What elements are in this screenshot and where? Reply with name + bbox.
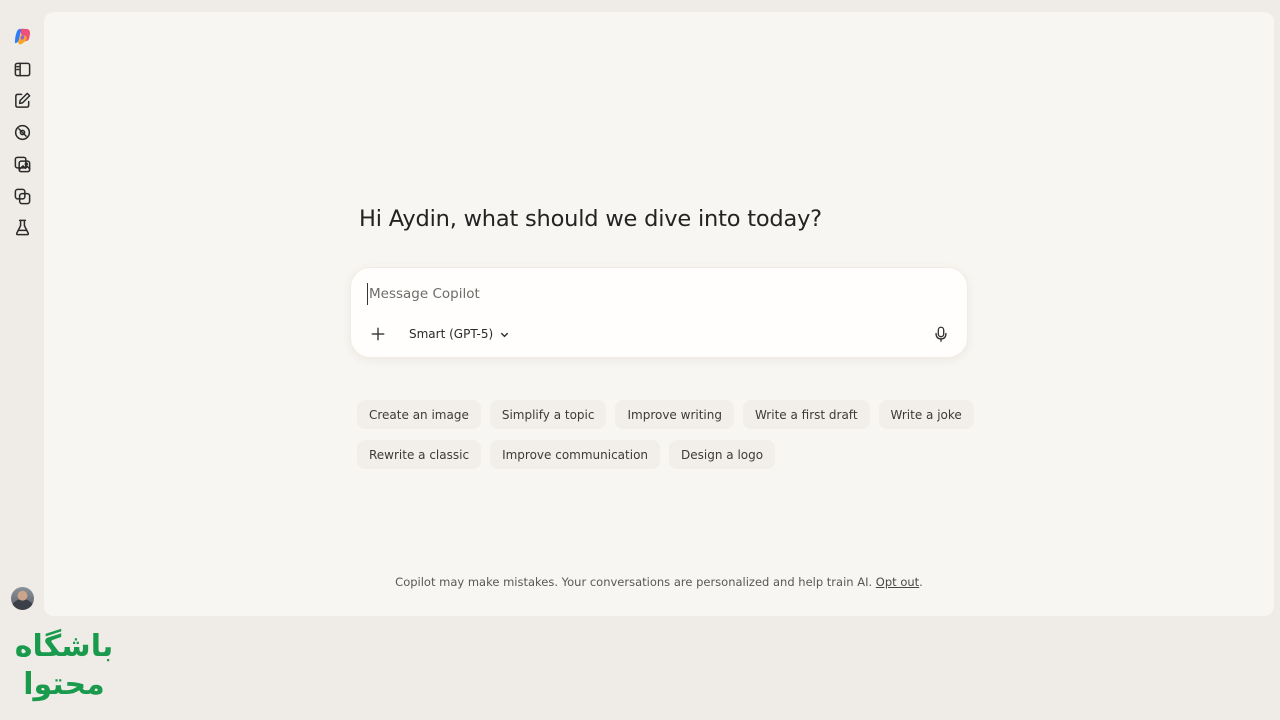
microphone-button[interactable] [929,322,953,346]
main-canvas: Hi Aydin, what should we dive into today… [44,12,1274,616]
suggestion-chip[interactable]: Rewrite a classic [357,440,482,469]
microphone-icon [935,326,947,342]
chevron-down-icon [500,332,509,337]
suggestion-chip[interactable]: Create an image [357,400,481,429]
watermark-line-2: محتوا [23,667,105,702]
suggestion-chip[interactable]: Improve writing [615,400,734,429]
pages-icon[interactable] [8,182,36,210]
user-avatar[interactable] [11,587,34,610]
watermark-line-1: باشگاه [15,628,113,664]
message-input[interactable] [367,283,927,305]
model-selector-label: Smart (GPT-5) [409,327,494,341]
opt-out-link[interactable]: Opt out [876,575,919,589]
suggestion-chip[interactable]: Write a first draft [742,400,870,429]
disclaimer-message: Copilot may make mistakes. Your conversa… [395,575,873,589]
suggestion-row-2: Rewrite a classic Improve communication … [357,440,776,469]
suggestion-chip[interactable]: Simplify a topic [489,400,607,429]
disclaimer-period: . [919,575,923,589]
page-title: Hi Aydin, what should we dive into today… [359,206,822,232]
sidebar-panel-icon[interactable] [8,55,36,83]
add-attachment-button[interactable] [367,323,389,345]
images-icon[interactable] [8,150,36,178]
sidebar [0,0,44,616]
message-composer: Smart (GPT-5) [350,267,968,358]
model-selector[interactable]: Smart (GPT-5) [401,321,518,347]
suggestion-chip[interactable]: Design a logo [669,440,776,469]
labs-icon[interactable] [8,213,36,241]
disclaimer-text: Copilot may make mistakes. Your conversa… [44,575,1274,589]
suggestion-chip[interactable]: Write a joke [878,400,974,429]
watermark-logo: باشگاه محتوا [15,628,113,702]
new-chat-icon[interactable] [8,86,36,114]
copilot-logo-icon[interactable] [8,22,36,50]
suggestion-chip[interactable]: Improve communication [490,440,661,469]
suggestion-row-1: Create an image Simplify a topic Improve… [357,400,974,429]
discover-icon[interactable] [8,118,36,146]
plus-icon [371,327,385,341]
